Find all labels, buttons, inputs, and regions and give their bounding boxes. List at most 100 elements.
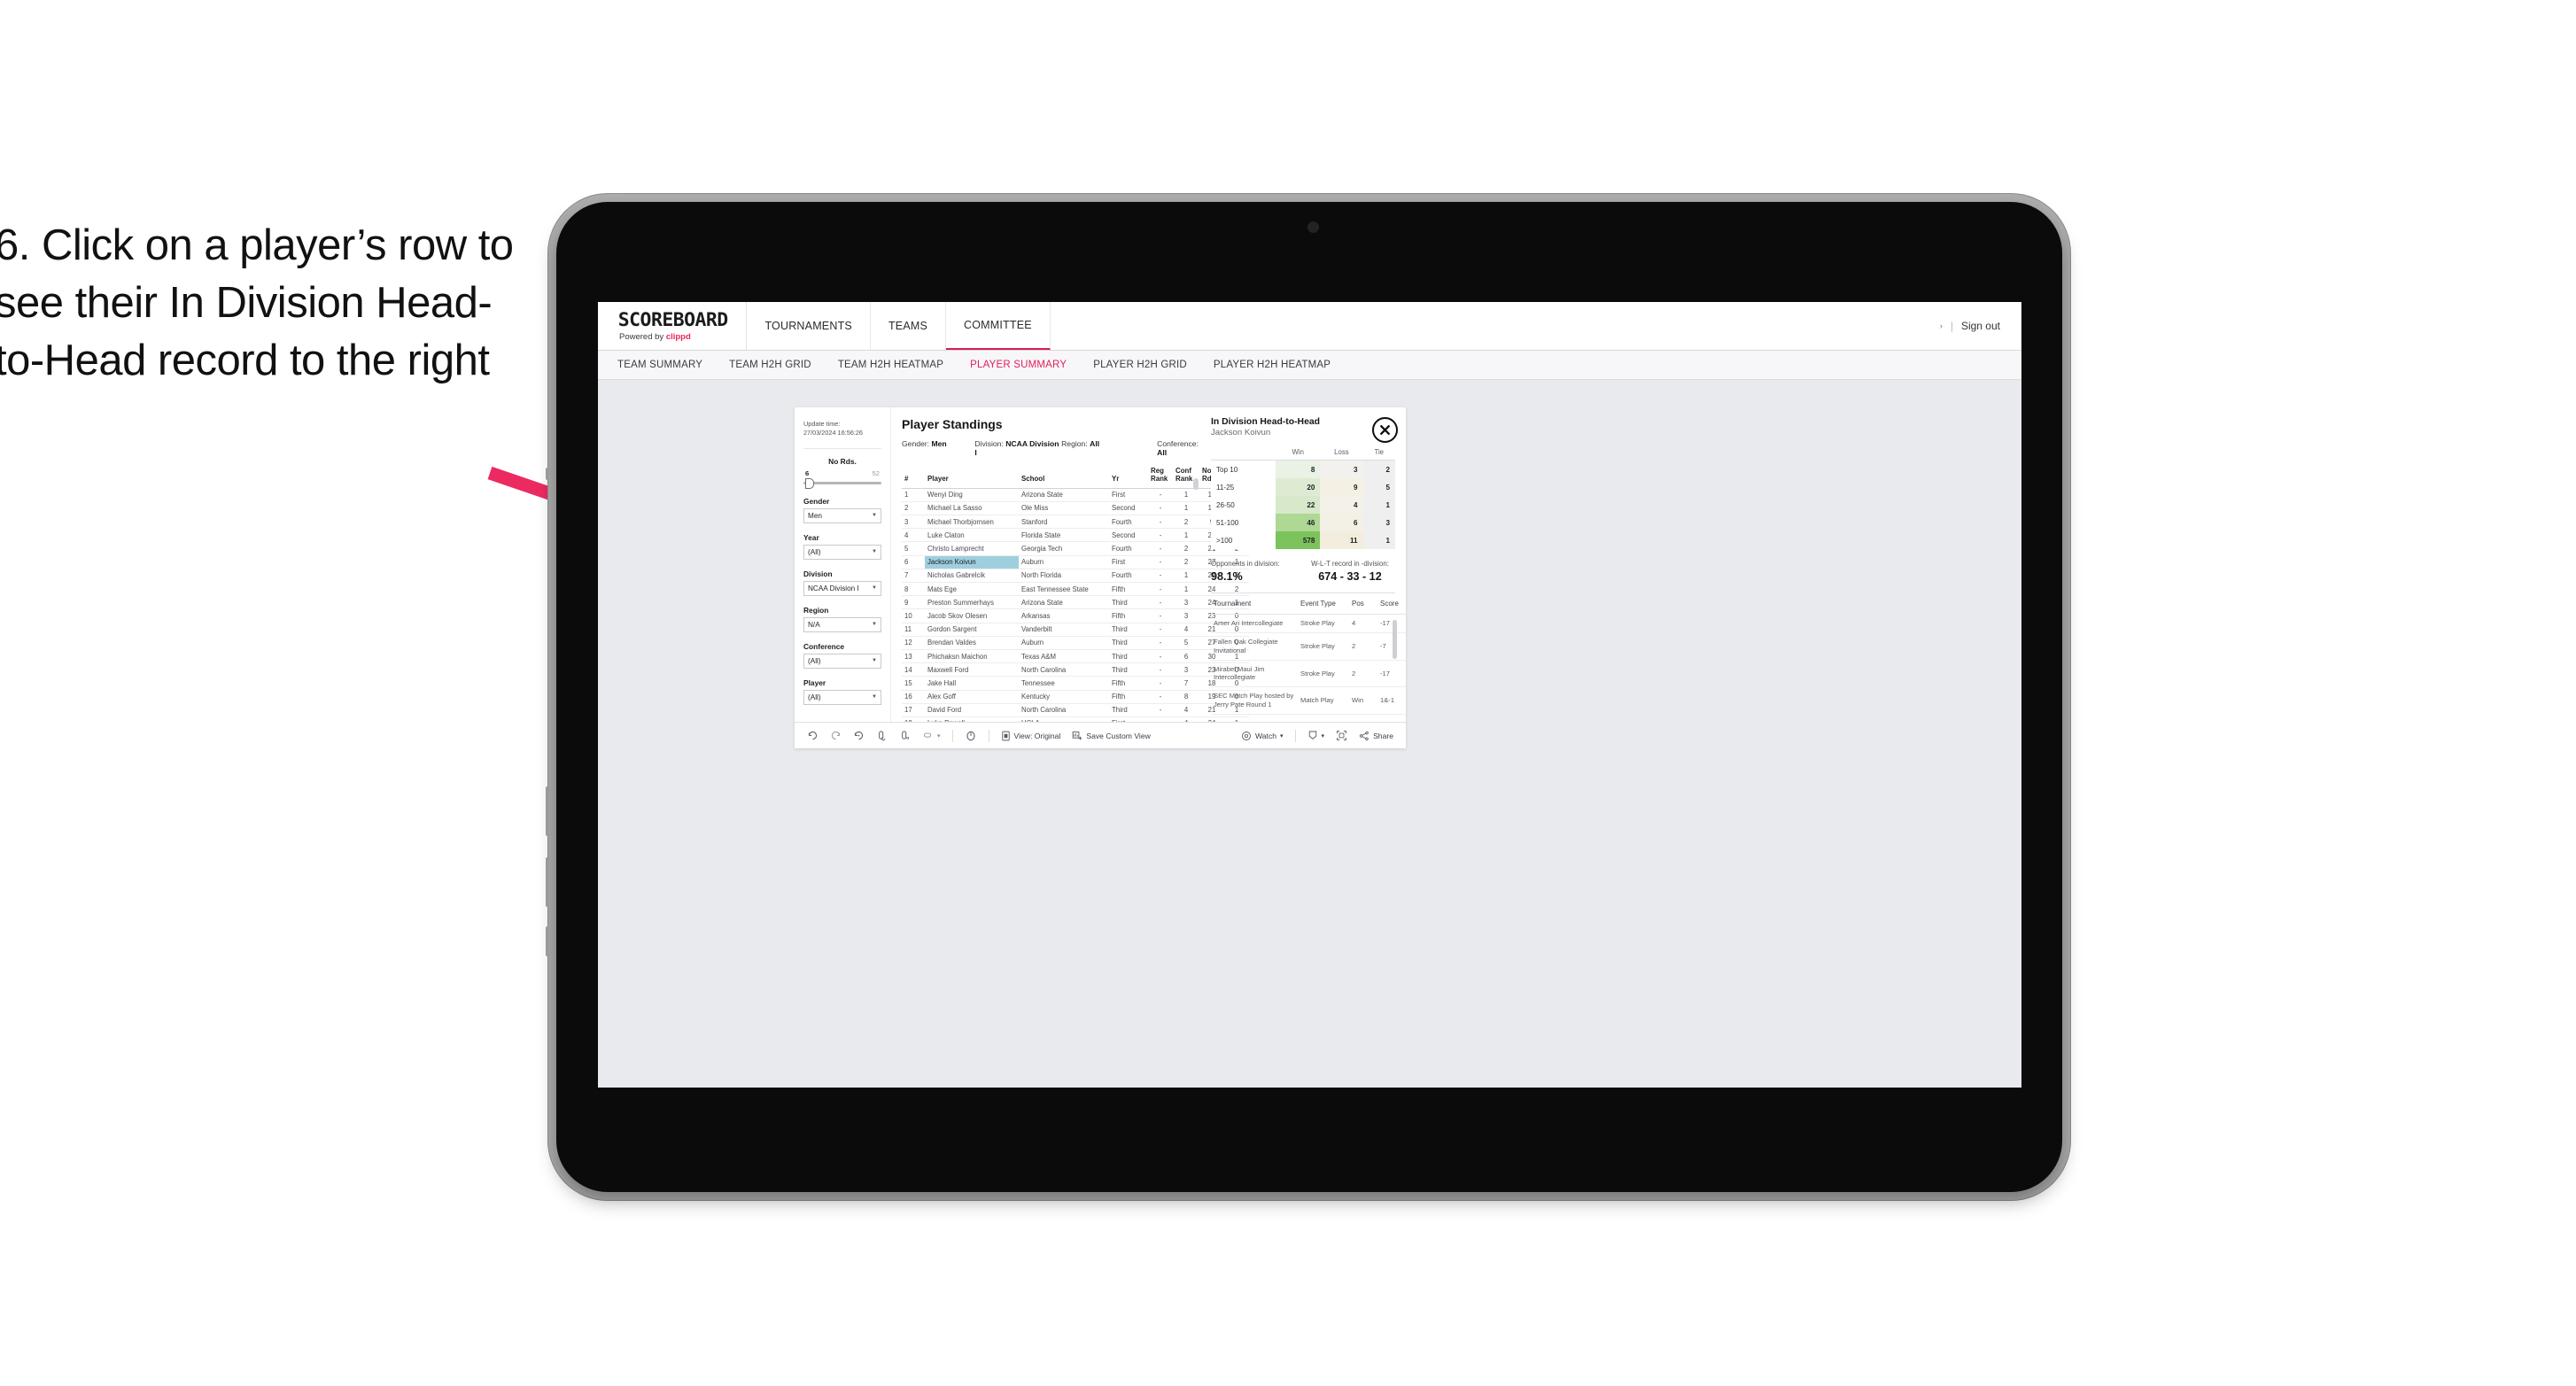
instruction-annotation: 6. Click on a player’s row to see their … xyxy=(0,221,514,385)
pause-updates-icon[interactable] xyxy=(899,730,911,741)
nav-tournaments[interactable]: TOURNAMENTS xyxy=(747,302,871,350)
tab-player-h2h-heatmap[interactable]: PLAYER H2H HEATMAP xyxy=(1214,360,1331,370)
cell-yr: Third xyxy=(1109,636,1148,650)
cell-rank: 4 xyxy=(902,528,925,543)
cell-reg-rank: - xyxy=(1148,716,1173,722)
no-rounds-slider-handle[interactable] xyxy=(805,478,814,490)
table-row[interactable]: 12 Brendan Valdes Auburn Third -5 27 0 xyxy=(902,636,1249,650)
watch-button[interactable]: Watch ▾ xyxy=(1241,731,1284,741)
share-label: Share xyxy=(1373,731,1393,740)
cell-reg-rank: - xyxy=(1148,515,1173,530)
download-button[interactable]: ▾ xyxy=(1307,730,1324,741)
table-row[interactable]: 1Wenyi DingArizona StateFirst-1151 xyxy=(902,488,1249,502)
cell-reg-rank: - xyxy=(1148,528,1173,543)
cell-player: Brendan Valdes xyxy=(925,636,1019,650)
cell-rank: 8 xyxy=(902,582,925,597)
cell-school: Stanford xyxy=(1019,515,1109,530)
sign-out-link[interactable]: Sign out xyxy=(1961,320,2000,332)
cell-school: UCLA xyxy=(1019,716,1109,722)
col-rank[interactable]: # xyxy=(902,466,925,489)
table-row[interactable]: 14 Maxwell Ford North Carolina Third -3 23 0 xyxy=(902,662,1249,678)
custom-view-icon xyxy=(1072,731,1082,741)
h2h-table: Win Loss Tie Top 10 8 3 2 11-25 20 9 5 26-50 22 4 1… xyxy=(1211,446,1395,549)
table-row[interactable]: 15 Jake Hall Tennessee Fifth -7 18 0 xyxy=(902,676,1249,691)
h2h-row: >100 578 11 1 xyxy=(1211,531,1395,549)
brand-logo[interactable]: SCOREBOARD Powered by clippd xyxy=(598,302,748,350)
cell-rank: 12 xyxy=(902,636,925,650)
refresh-data-icon[interactable] xyxy=(876,730,888,741)
cell-reg-rank: - xyxy=(1148,595,1173,610)
tournaments-scrollbar[interactable] xyxy=(1393,620,1397,659)
watch-caret: ▾ xyxy=(1280,732,1284,739)
cell-school: East Tennessee State xyxy=(1019,582,1109,597)
filter-conference-select[interactable]: (All) ▼ xyxy=(803,653,881,669)
table-row[interactable]: 7 Nicholas Gabrelcik North Florida Fourth -1… xyxy=(902,569,1249,584)
filter-division-select[interactable]: NCAA Division I ▼ xyxy=(803,580,881,596)
chevron-right-icon[interactable]: › xyxy=(1940,321,1943,330)
filter-year-select[interactable]: (All) ▼ xyxy=(803,544,881,560)
tab-team-summary[interactable]: TEAM SUMMARY xyxy=(617,360,702,370)
chevron-down-icon: ▼ xyxy=(872,622,877,628)
tab-team-h2h-heatmap[interactable]: TEAM H2H HEATMAP xyxy=(838,360,943,370)
redo-icon[interactable] xyxy=(830,730,842,741)
filter-gender-select[interactable]: Men ▼ xyxy=(803,507,881,523)
cell-player: Michael La Sasso xyxy=(925,501,1019,516)
tab-player-h2h-grid[interactable]: PLAYER H2H GRID xyxy=(1093,360,1187,370)
col-player[interactable]: Player xyxy=(925,466,1019,489)
close-circle-icon[interactable] xyxy=(1372,417,1398,443)
tournament-row[interactable]: Mirabel Maui Jim Intercollegiate Stroke P… xyxy=(1211,660,1406,688)
table-row[interactable]: 2Michael La SassoOle MissSecond-1180 xyxy=(902,501,1249,516)
cell-conf-rank: 1 xyxy=(1173,569,1199,584)
meta-gender-label: Gender: xyxy=(902,439,932,448)
shape-control[interactable]: ▾ xyxy=(922,730,941,741)
cell-school: Georgia Tech xyxy=(1019,541,1109,556)
nav-committee[interactable]: COMMITTEE xyxy=(946,302,1051,350)
table-row[interactable]: 13 Phichaksn Maichon Texas A&M Third -6 30 1 xyxy=(902,649,1249,664)
cell-conf-rank: 4 xyxy=(1173,623,1199,637)
filter-region-select[interactable]: N/A ▼ xyxy=(803,616,881,632)
nav-teams[interactable]: TEAMS xyxy=(871,302,947,350)
table-row[interactable]: 4Luke ClatonFlorida StateSecond-1272 xyxy=(902,528,1249,543)
table-row[interactable]: 9 Preston Summerhays Arizona State Third -3 2… xyxy=(902,595,1249,610)
cell-conf-rank: 4 xyxy=(1173,703,1199,717)
tournament-row[interactable]: Fallen Oak Collegiate Invitational Stroke… xyxy=(1211,632,1406,661)
alerts-icon[interactable] xyxy=(965,730,977,742)
update-time-label: Update time: xyxy=(803,420,841,428)
standings-body: 1Wenyi DingArizona StateFirst-11512Micha… xyxy=(902,488,1249,722)
table-row[interactable]: 3Michael ThorbjornsenStanfordFourth-291 xyxy=(902,515,1249,530)
save-custom-view-button[interactable]: Save Custom View xyxy=(1072,731,1151,741)
col-yr[interactable]: Yr xyxy=(1109,466,1148,489)
table-row[interactable]: 11 Gordon Sargent Vanderbilt Third -4 21 0 xyxy=(902,623,1249,637)
no-rounds-slider-track[interactable] xyxy=(803,478,881,490)
view-original-button[interactable]: View: Original xyxy=(1001,731,1060,741)
cell-rank: 1 xyxy=(902,488,925,502)
share-button[interactable]: Share xyxy=(1359,731,1393,741)
cell-conf-rank: 1 xyxy=(1173,582,1199,597)
filter-player-select[interactable]: (All) ▼ xyxy=(803,689,881,705)
fullscreen-icon[interactable] xyxy=(1336,730,1347,741)
cell-reg-rank: - xyxy=(1148,649,1173,664)
cell-player: Mats Ege xyxy=(925,582,1019,597)
col-reg-rank[interactable]: Reg Rank xyxy=(1148,466,1173,489)
tournament-row[interactable]: Amer Ari Intercollegiate Stroke Play 4 -17 xyxy=(1211,614,1406,633)
meta-conference-value: All xyxy=(1157,448,1168,457)
col-pos: Pos xyxy=(1349,593,1377,615)
viz-toolbar: ▾ View: Original Save Custom View Watch xyxy=(795,722,1406,748)
table-row[interactable]: 5Christo LamprechtGeorgia TechFourth-221… xyxy=(902,541,1249,556)
undo-icon[interactable] xyxy=(807,730,819,741)
tab-player-summary[interactable]: PLAYER SUMMARY xyxy=(970,360,1067,370)
cell-school: Arizona State xyxy=(1019,488,1109,502)
table-row[interactable]: 6 Jackson Koivun Auburn First -2 27 1 xyxy=(902,555,1249,569)
table-row[interactable]: 8 Mats Ege East Tennessee State Fifth -1 24 2 xyxy=(902,582,1249,597)
h2h-loss: 11 xyxy=(1320,531,1363,549)
revert-icon[interactable] xyxy=(853,730,865,741)
filter-division: Division NCAA Division I ▼ xyxy=(803,569,881,596)
table-row[interactable]: 16 Alex Goff Kentucky Fifth -8 19 0 xyxy=(902,690,1249,704)
table-row[interactable]: 10 Jacob Skov Olesen Arkansas Fifth -3 23 0 xyxy=(902,608,1249,623)
col-school[interactable]: School xyxy=(1019,466,1109,489)
table-row[interactable]: 18Luke PowellUCLAFirst-4241 xyxy=(902,716,1249,722)
table-row[interactable]: 17 David Ford North Carolina Third -4 21 1 xyxy=(902,703,1249,717)
cell-player: Wenyi Ding xyxy=(925,488,1019,502)
tournament-row[interactable]: SEC Match Play hosted by Jerry Pate Roun… xyxy=(1211,686,1406,716)
tab-team-h2h-grid[interactable]: TEAM H2H GRID xyxy=(729,360,811,370)
